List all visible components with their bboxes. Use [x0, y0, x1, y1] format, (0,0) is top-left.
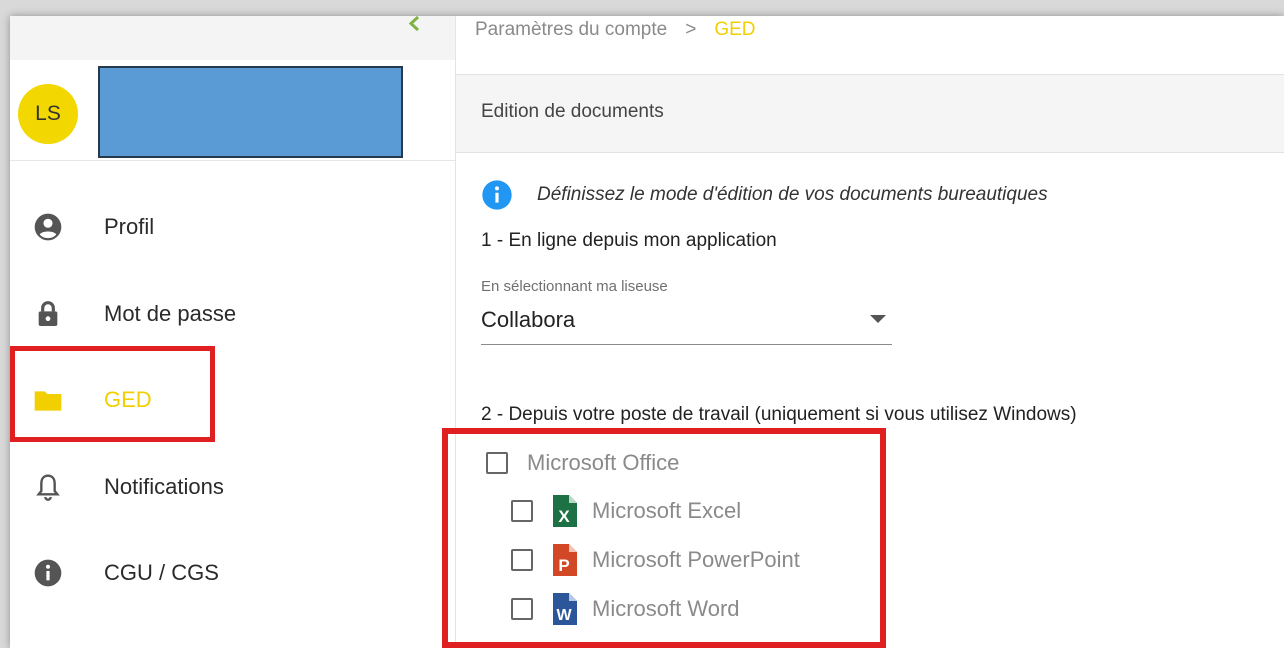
sidebar-item-label: Mot de passe	[104, 300, 237, 326]
dropdown-arrow-icon	[870, 315, 886, 323]
highlight-box-office	[442, 428, 886, 648]
highlight-box-ged	[10, 346, 215, 442]
reader-select-value: Collabora	[481, 307, 576, 332]
step2-label: 2 - Depuis votre poste de travail (uniqu…	[481, 404, 1077, 425]
user-name-redacted	[98, 66, 403, 158]
main-content: Paramètres du compte > GED Edition de do…	[442, 16, 1284, 648]
sidebar-item-label: CGU / CGS	[104, 560, 219, 586]
lock-icon	[38, 300, 58, 326]
sidebar-item-label: Profil	[104, 214, 155, 240]
account-circle-icon	[34, 213, 62, 241]
app-window: LS Profil Mot de passe GED Notifications…	[10, 16, 1284, 648]
breadcrumb: Paramètres du compte > GED	[475, 16, 756, 44]
breadcrumb-parent[interactable]: Paramètres du compte	[475, 19, 667, 41]
reader-select[interactable]: Collabora	[481, 304, 892, 345]
reader-select-label: En sélectionnant ma liseuse	[481, 278, 668, 295]
sidebar-item-cgu-cgs[interactable]: CGU / CGS	[10, 530, 455, 617]
avatar: LS	[18, 84, 78, 144]
info-icon	[482, 180, 512, 210]
sidebar-item-profil[interactable]: Profil	[10, 184, 455, 271]
sidebar: LS Profil Mot de passe GED Notifications…	[10, 16, 456, 648]
sidebar-item-notifications[interactable]: Notifications	[10, 444, 455, 531]
info-icon	[34, 559, 62, 587]
breadcrumb-separator: >	[685, 19, 697, 40]
step1-label: 1 - En ligne depuis mon application	[481, 230, 777, 251]
info-message: Définissez le mode d'édition de vos docu…	[481, 179, 1048, 211]
user-profile-row: LS	[10, 60, 455, 161]
info-text: Définissez le mode d'édition de vos docu…	[537, 184, 1048, 205]
bell-icon	[36, 474, 60, 501]
breadcrumb-current: GED	[714, 19, 756, 40]
chevron-left-icon[interactable]	[406, 16, 424, 32]
section-title: Edition de documents	[481, 101, 664, 122]
sidebar-header	[10, 16, 455, 60]
sidebar-item-label: Notifications	[104, 473, 224, 499]
section-header: Edition de documents	[456, 74, 1284, 153]
sidebar-item-mot-de-passe[interactable]: Mot de passe	[10, 271, 455, 358]
avatar-initials: LS	[35, 102, 61, 125]
